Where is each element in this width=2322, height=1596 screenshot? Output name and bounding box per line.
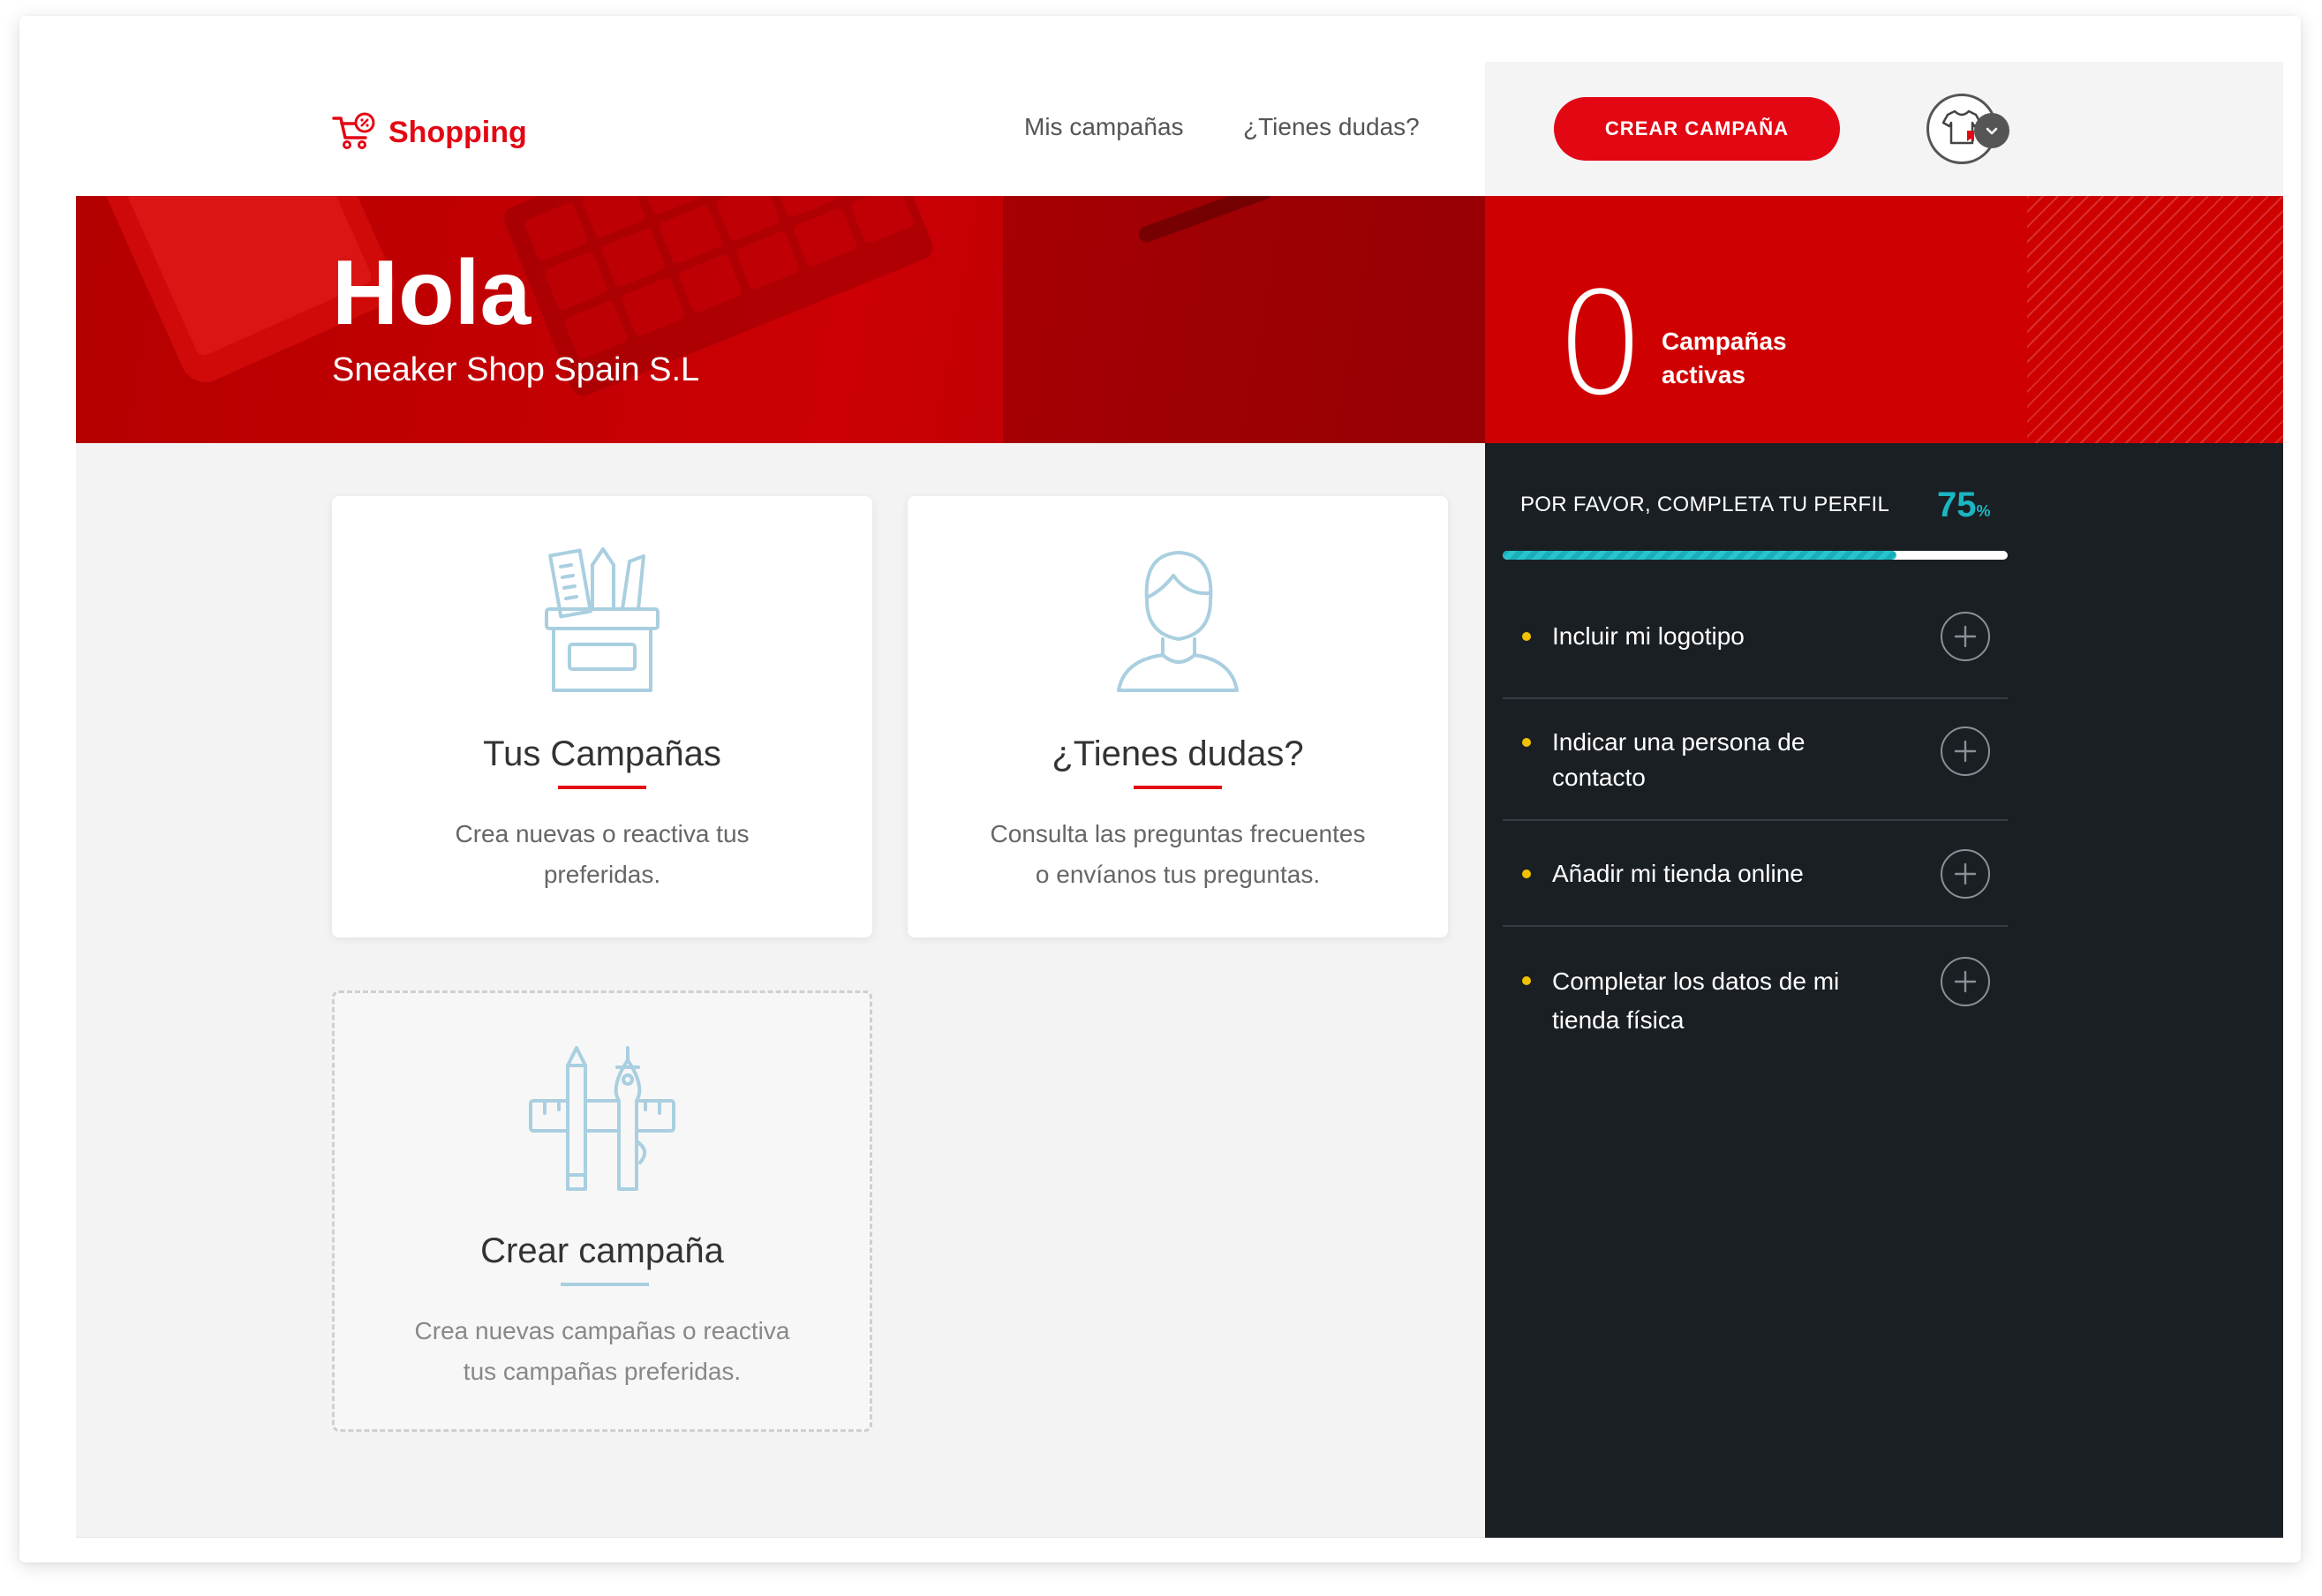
task-label-line1: Completar los datos de mi	[1552, 967, 1840, 995]
company-name: Sneaker Shop Spain S.L	[332, 351, 700, 388]
main-content: Tus Campañas Crea nuevas o reactiva tus …	[76, 443, 1485, 1538]
header-actions: CREAR CAMPAÑA	[1485, 62, 2283, 196]
active-campaigns-stat: 0 Campañas activas	[1485, 196, 2283, 443]
shopping-cart-icon	[332, 111, 376, 154]
task-label: Añadir mi tienda online	[1552, 856, 1870, 892]
task-item-physical-store[interactable]: Completar los datos de mi tienda física	[1503, 927, 2008, 1059]
active-campaigns-label: Campañas activas	[1662, 325, 1838, 392]
card-description-line2: preferidas.	[543, 861, 661, 888]
profile-percent-sign: %	[1976, 502, 1991, 520]
task-label-line2: tienda física	[1552, 1006, 1685, 1034]
card-title: Tus Campañas	[483, 734, 721, 773]
browser-frame: Shopping Mis campañas ¿Tienes dudas? CRE…	[19, 16, 2301, 1562]
task-label-line1: Incluir mi logotipo	[1552, 622, 1745, 650]
pen-ruler-icon	[335, 1044, 870, 1194]
add-icon[interactable]	[1941, 957, 1990, 1006]
card-tus-campanas[interactable]: Tus Campañas Crea nuevas o reactiva tus …	[332, 496, 872, 937]
profile-progress-bar	[1503, 551, 2008, 560]
user-icon	[908, 546, 1448, 696]
task-label: Indicar una persona de contacto	[1552, 725, 1870, 795]
active-campaigns-label-line2: activas	[1662, 361, 1745, 388]
card-title-underline	[558, 786, 646, 789]
task-label: Completar los datos de mi tienda física	[1552, 962, 1870, 1040]
card-title-underline	[561, 1283, 649, 1286]
add-icon[interactable]	[1941, 849, 1990, 899]
hatch-pattern	[2027, 196, 2283, 443]
task-label-line1: Añadir mi tienda online	[1552, 860, 1804, 887]
task-label-line1: Indicar una persona de	[1552, 728, 1806, 756]
profile-panel-title: POR FAVOR, COMPLETA TU PERFIL	[1520, 493, 1890, 516]
bullet-icon	[1522, 632, 1531, 641]
add-icon[interactable]	[1941, 612, 1990, 661]
bullet-icon	[1522, 738, 1531, 747]
profile-percent-value: 75	[1937, 486, 1977, 524]
add-icon[interactable]	[1941, 726, 1990, 776]
card-crear-campana[interactable]: Crear campaña Crea nuevas campañas o rea…	[332, 990, 872, 1432]
desk-background-image	[93, 196, 1485, 443]
task-item-contact[interactable]: Indicar una persona de contacto	[1503, 699, 2008, 821]
card-description-line2: tus campañas preferidas.	[463, 1358, 742, 1385]
task-label: Incluir mi logotipo	[1552, 619, 1870, 654]
app: Shopping Mis campañas ¿Tienes dudas? CRE…	[76, 62, 2283, 1538]
card-description-line1: Crea nuevas campañas o reactiva	[414, 1317, 790, 1344]
card-description: Crea nuevas campañas o reactiva tus camp…	[405, 1311, 799, 1392]
card-tienes-dudas[interactable]: ¿Tienes dudas? Consulta las preguntas fr…	[908, 496, 1448, 937]
bullet-icon	[1522, 870, 1531, 878]
create-campaign-button[interactable]: CREAR CAMPAÑA	[1554, 97, 1840, 161]
header: Shopping Mis campañas ¿Tienes dudas?	[76, 62, 1485, 196]
card-title: Crear campaña	[480, 1231, 724, 1270]
logo[interactable]: Shopping	[332, 111, 527, 154]
card-description-line1: Crea nuevas o reactiva tus	[455, 820, 750, 847]
active-campaigns-count: 0	[1556, 261, 1646, 426]
card-description-line2: o envíanos tus preguntas.	[1035, 861, 1321, 888]
stationery-cup-icon	[332, 546, 872, 696]
active-campaigns-label-line1: Campañas	[1662, 327, 1787, 355]
chevron-down-icon[interactable]	[1974, 113, 2009, 148]
profile-percent: 75%	[1937, 486, 1991, 525]
bullet-icon	[1522, 976, 1531, 985]
nav-tienes-dudas[interactable]: ¿Tienes dudas?	[1243, 113, 1420, 141]
profile-progress-fill	[1503, 551, 1897, 560]
card-description-line1: Consulta las preguntas frecuentes	[990, 820, 1366, 847]
hero-banner: Hola Sneaker Shop Spain S.L	[76, 196, 1485, 443]
task-item-logo[interactable]: Incluir mi logotipo	[1503, 593, 2008, 699]
card-description: Consulta las preguntas frecuentes o enví…	[969, 814, 1386, 895]
card-title: ¿Tienes dudas?	[1052, 734, 1304, 773]
card-description: Crea nuevas o reactiva tus preferidas.	[429, 814, 775, 895]
profile-completion-panel: POR FAVOR, COMPLETA TU PERFIL 75% Inclui…	[1485, 443, 2283, 1538]
brand-name: Shopping	[388, 116, 527, 149]
nav-mis-campanas[interactable]: Mis campañas	[1024, 113, 1184, 141]
card-title-underline	[1134, 786, 1222, 789]
hero-greeting: Hola	[332, 242, 531, 344]
task-label-line2: contacto	[1552, 764, 1646, 791]
task-item-online-store[interactable]: Añadir mi tienda online	[1503, 821, 2008, 927]
